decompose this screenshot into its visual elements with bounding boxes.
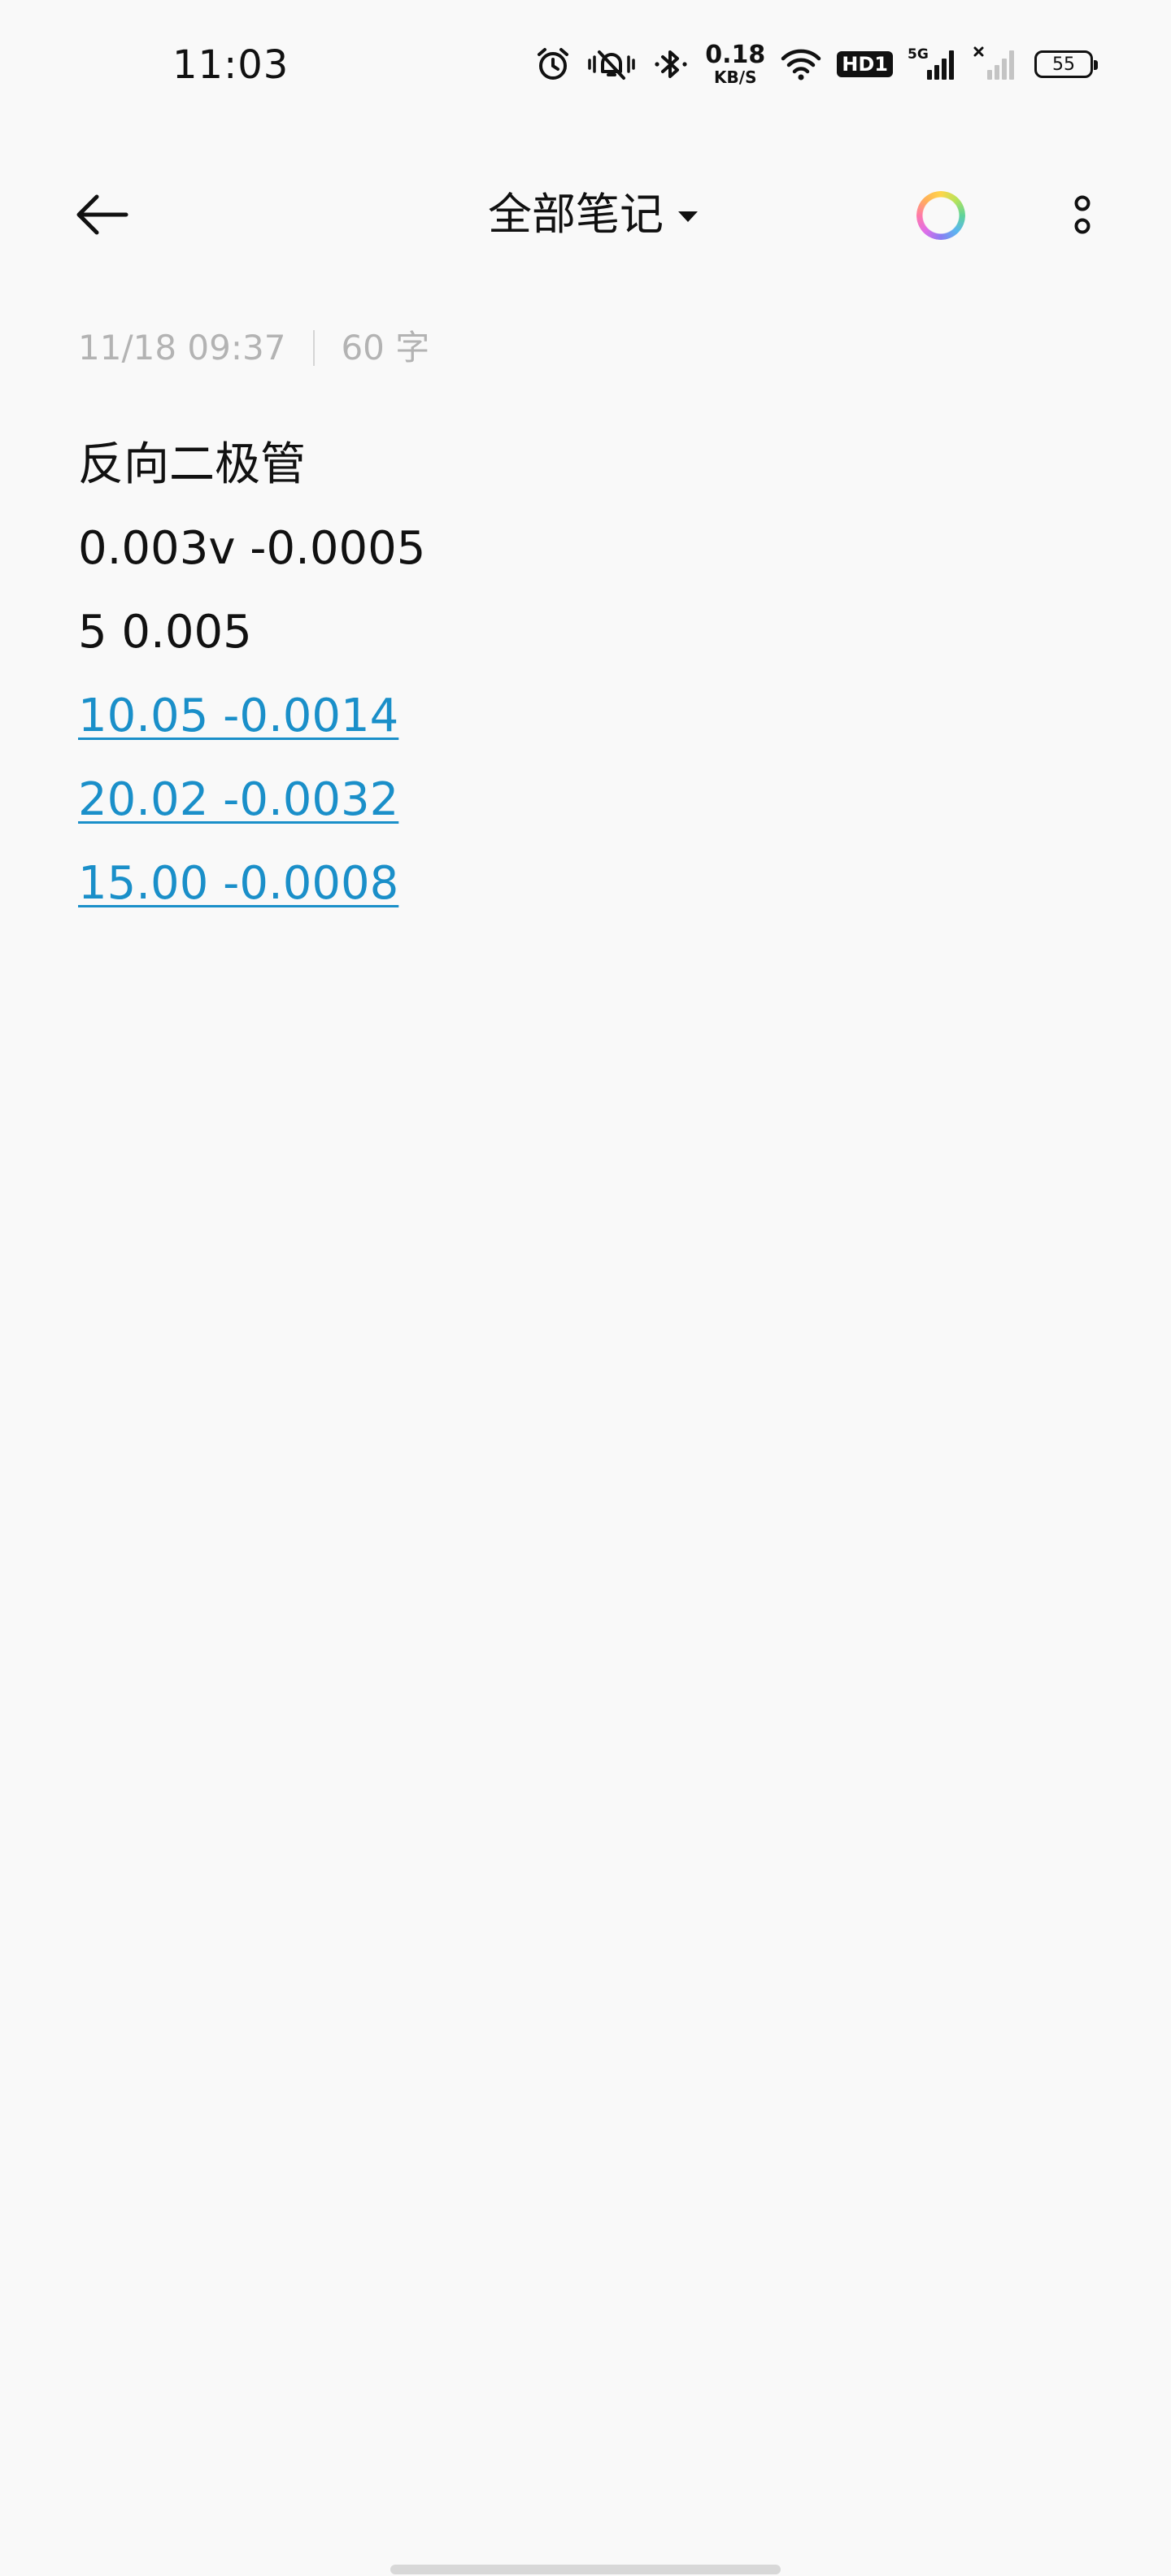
network-speed-unit: KB/S: [714, 67, 757, 87]
folder-dropdown[interactable]: 全部笔记: [488, 182, 698, 247]
note-link-line[interactable]: 15.00 -0.0008: [78, 842, 1095, 925]
battery-level: 55: [1052, 54, 1075, 75]
note-line[interactable]: 0.003v -0.0005: [78, 507, 1095, 590]
note-link-line[interactable]: 20.02 -0.0032: [78, 758, 1095, 842]
header-bar: 全部笔记: [0, 163, 1171, 268]
status-time: 11:03: [172, 42, 289, 88]
color-ring-icon: [916, 191, 965, 240]
status-icons: 0.18 KB/S HD1 5G 55: [534, 39, 1098, 89]
signal-no-service-icon: [973, 46, 1020, 83]
network-type-label: 5G: [908, 46, 929, 63]
battery-icon: 55: [1034, 50, 1098, 78]
note-line[interactable]: 反向二极管: [78, 423, 1095, 507]
back-button[interactable]: [65, 182, 138, 247]
meta-divider: [313, 330, 316, 366]
note-meta: 11/18 09:37 60 字: [78, 324, 429, 372]
network-speed-value: 0.18: [705, 41, 766, 69]
note-color-button[interactable]: [912, 187, 969, 244]
page-title: 全部笔记: [488, 189, 664, 240]
alarm-icon: [534, 46, 572, 83]
note-datetime: 11/18 09:37: [78, 328, 286, 368]
bluetooth-icon: [651, 46, 690, 83]
mute-vibrate-icon: [586, 46, 637, 83]
hd-icon: HD1: [837, 51, 893, 77]
note-link-line[interactable]: 10.05 -0.0014: [78, 674, 1095, 758]
note-word-count: 60 字: [341, 328, 430, 368]
home-indicator[interactable]: [390, 2565, 781, 2574]
wifi-icon: [780, 46, 822, 83]
more-vertical-icon: [1074, 195, 1090, 234]
note-body[interactable]: 反向二极管 0.003v -0.0005 5 0.005 10.05 -0.00…: [78, 423, 1095, 925]
note-line[interactable]: 5 0.005: [78, 590, 1095, 674]
signal-5g-icon: 5G: [908, 46, 958, 83]
status-bar: 11:03 0.18 KB/S HD1 5G 55: [0, 0, 1171, 130]
arrow-left-icon: [76, 194, 128, 235]
caret-down-icon: [678, 211, 698, 222]
more-options-button[interactable]: [1054, 182, 1111, 247]
network-speed: 0.18 KB/S: [705, 41, 766, 87]
